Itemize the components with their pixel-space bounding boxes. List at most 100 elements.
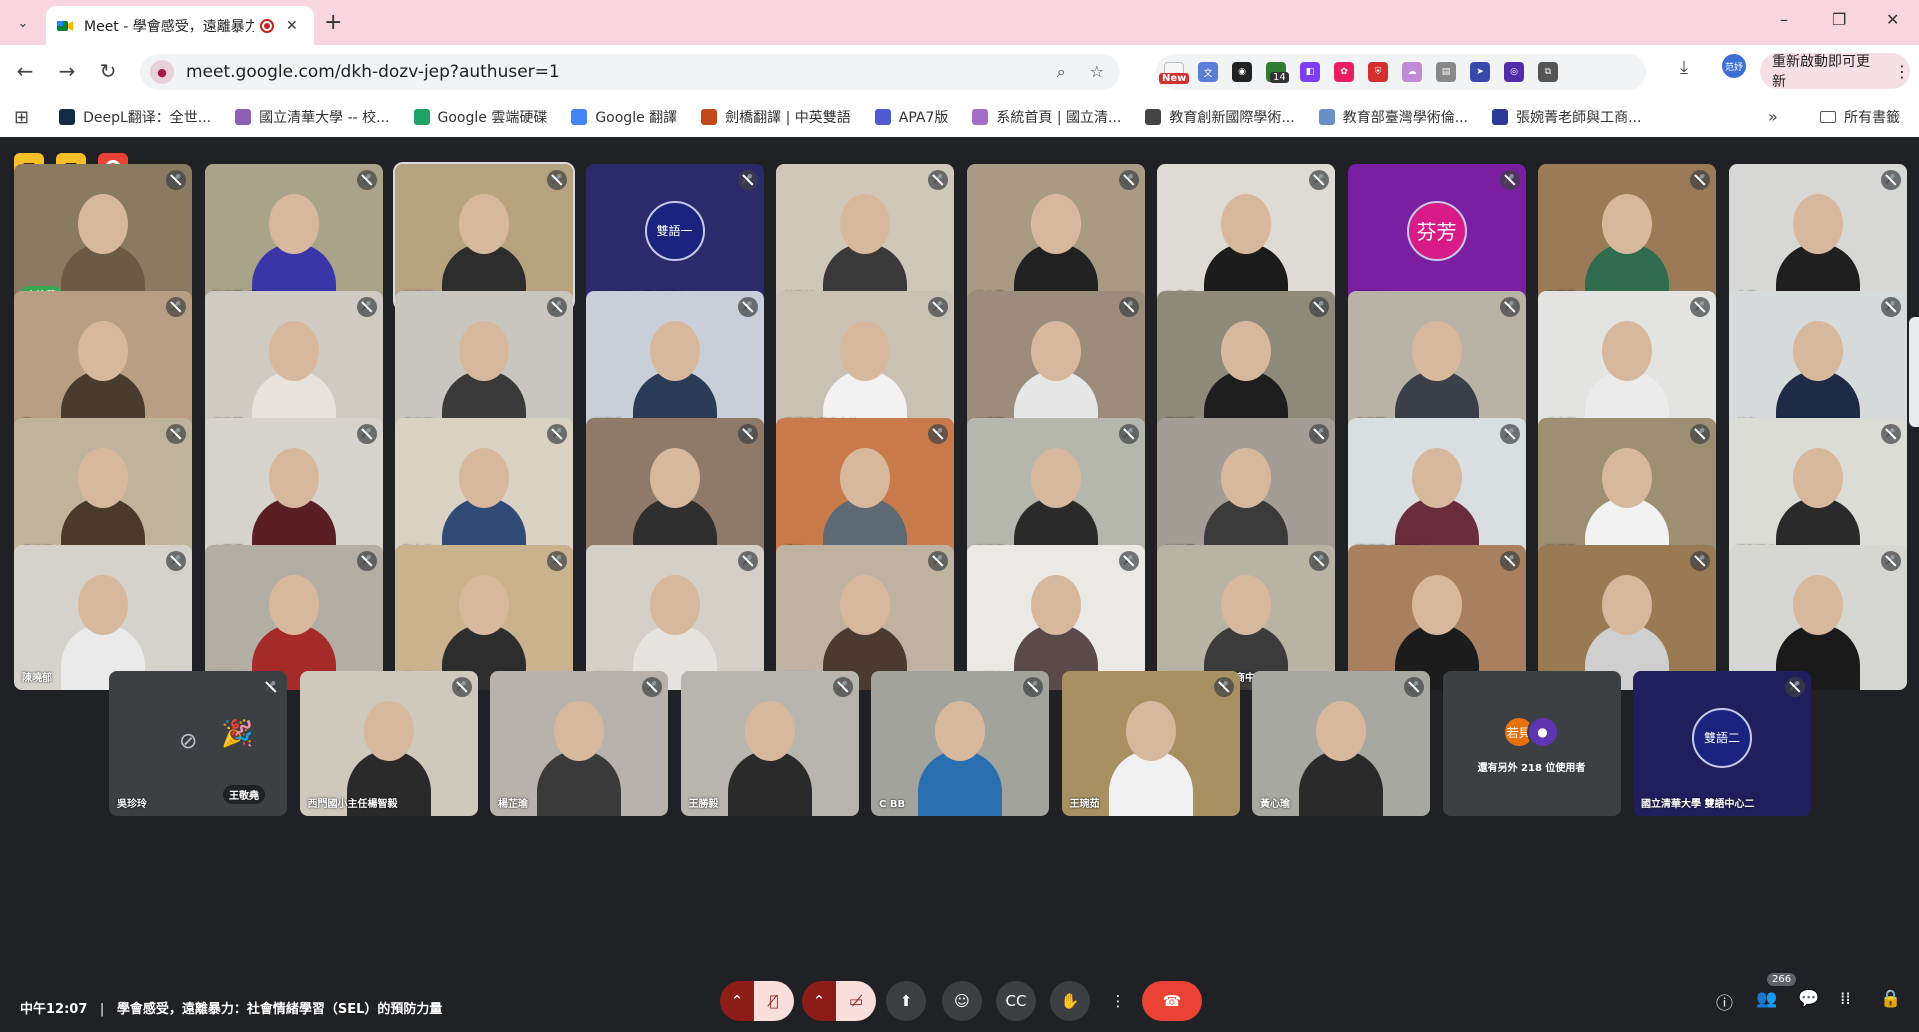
participant-tile[interactable]: 呂錦慈-臺南市站 [776, 291, 954, 436]
participant-tile[interactable]: 曾文鑑 [966, 164, 1145, 309]
camera-off-button[interactable]: ▭̸ [836, 981, 876, 1021]
relaunch-update-button[interactable]: 重新啟動即可更新 ⋮ [1760, 53, 1910, 90]
camera-options-chevron-icon[interactable]: ⌃ [802, 981, 836, 1021]
participant-tile[interactable]: 何孟庭 [1157, 164, 1335, 309]
participant-tile[interactable]: 新生醫專心理諮商中心 [1157, 545, 1335, 690]
participant-tile[interactable]: 葉玉慧 [1157, 291, 1335, 436]
participant-tile[interactable]: 雙語一國立清華大學 雙語中心一 [585, 164, 764, 309]
bookmark-item[interactable]: Google 翻譯 [571, 107, 677, 127]
participant-tile[interactable]: 芬芳蘇芬芳 [1347, 164, 1526, 309]
participant-tile[interactable]: 黃敏寬 [585, 545, 764, 690]
participant-tile[interactable]: 吳姿瑩 [204, 291, 383, 436]
url-text[interactable]: meet.google.com/dkh-dozv-jep?authuser=1 [186, 62, 560, 82]
participant-tile[interactable]: 何娟宜 [966, 545, 1145, 690]
participant-tile[interactable]: 李怡萱 [14, 164, 192, 309]
new-tab-button[interactable]: + [324, 10, 342, 35]
participant-tile[interactable]: Hsuan-Han Chang [585, 418, 764, 563]
bookmark-item[interactable]: 教育創新國際學術... [1145, 107, 1295, 127]
participant-tile[interactable]: ⊘ 🎉 王敬堯吳珍玲 [109, 671, 287, 816]
bookmark-item[interactable]: 系統首頁 | 國立清... [972, 107, 1121, 127]
bookmark-item[interactable]: 劍橋翻譯 | 中英雙語 [701, 107, 851, 127]
participant-tile[interactable]: 葉% [14, 291, 192, 436]
reader-extension-icon[interactable]: ◉ [1232, 62, 1252, 82]
browser-menu-icon[interactable]: ⋮ [1894, 62, 1910, 81]
cloud-extension-icon[interactable]: ☁ [1402, 62, 1422, 82]
tab-close-button[interactable]: ✕ [286, 18, 298, 34]
bookmarks-overflow-icon[interactable]: » [1768, 107, 1778, 126]
participant-tile[interactable]: 黃淑菁 [204, 545, 383, 690]
circle-extension-icon[interactable]: ◎ [1504, 62, 1524, 82]
participant-tile[interactable]: 楓林 [776, 418, 954, 563]
back-arrow-icon[interactable]: ← [12, 59, 38, 83]
participant-tile[interactable]: 勝利國中王俐珍 [1728, 418, 1907, 563]
pink-extension-icon[interactable]: ✿ [1334, 62, 1354, 82]
zoom-icon[interactable]: ⌕ [1057, 62, 1066, 82]
more-options-icon[interactable]: ⋮ [1104, 981, 1132, 1021]
raise-hand-button[interactable]: ✋ [1050, 981, 1090, 1021]
mic-off-button[interactable]: 🎙̸ [754, 981, 794, 1021]
profile-avatar[interactable]: 范妤 [1722, 54, 1746, 78]
participant-tile[interactable]: 吳昭儀 [966, 418, 1145, 563]
tab-search-chevron-icon[interactable]: ⌄ [10, 10, 36, 36]
maximize-button[interactable]: ❐ [1832, 10, 1846, 29]
meeting-details-icon[interactable]: ⓘ [1716, 989, 1733, 1014]
people-icon[interactable]: 👥 [1756, 989, 1777, 1009]
bookmark-item[interactable]: 國立清華大學 -- 校... [235, 107, 390, 127]
chat-icon[interactable]: 💬 [1798, 989, 1819, 1009]
participant-tile[interactable]: 陳曉郁 [14, 545, 192, 690]
translate-extension-icon[interactable]: 文 [1198, 62, 1218, 82]
participant-tile[interactable]: 康湘婉 [776, 545, 954, 690]
apps-grid-icon[interactable]: ⊞ [14, 107, 29, 128]
participant-tile[interactable]: 阮允元 [395, 418, 573, 563]
window-close-button[interactable]: ✕ [1886, 10, 1899, 29]
present-screen-button[interactable]: ⬆ [886, 981, 926, 1021]
shield-extension-icon[interactable]: ⛨ [1368, 62, 1388, 82]
participant-tile[interactable]: 文芸 [1728, 164, 1907, 309]
participant-tile[interactable]: 岳修琪 [14, 418, 192, 563]
mic-options-chevron-icon[interactable]: ⌃ [720, 981, 754, 1021]
emoji-reaction-button[interactable]: ☺ [942, 981, 982, 1021]
minimize-button[interactable]: – [1780, 10, 1788, 29]
participant-tile[interactable]: 王琬茹 [1061, 671, 1240, 816]
participant-tile[interactable]: 陳美君 [1538, 545, 1716, 690]
bookmark-item[interactable]: DeepL翻译：全世... [59, 107, 211, 127]
participant-tile[interactable]: 謝傳崇 [393, 162, 575, 311]
participant-tile[interactable]: 林進材 [776, 164, 954, 309]
participant-tile[interactable]: 黃文怡 [395, 545, 573, 690]
mic-site-icon[interactable]: ● [150, 60, 174, 84]
purple-extension-icon[interactable]: ◧ [1300, 62, 1320, 82]
screen-extension-icon[interactable]: ▤ [1436, 62, 1456, 82]
captions-button[interactable]: CC [996, 981, 1036, 1021]
counter-extension-icon[interactable]: 14 [1266, 62, 1289, 83]
participant-tile[interactable]: C BB [871, 671, 1049, 816]
bookmark-star-icon[interactable]: ☆ [1090, 62, 1104, 82]
participant-tile[interactable]: 游舒斐 [1538, 418, 1716, 563]
host-controls-icon[interactable]: 🔒 [1880, 989, 1901, 1009]
participant-tile[interactable]: 吳宜軒 [1538, 291, 1716, 436]
bookmark-item[interactable]: Google 雲端硬碟 [413, 107, 547, 127]
participant-tile[interactable]: 林季慧 [966, 291, 1145, 436]
participant-tile[interactable]: 林安 [1728, 291, 1907, 436]
all-bookmarks-button[interactable]: 所有書籤 [1820, 107, 1900, 127]
participant-tile[interactable]: 林研升 [585, 291, 764, 436]
participant-tile[interactable]: 王勝毅 [680, 671, 859, 816]
participant-tile[interactable]: 游麗蓉 [1347, 545, 1526, 690]
address-bar[interactable]: ● meet.google.com/dkh-dozv-jep?authuser=… [140, 54, 1120, 90]
download-icon[interactable]: ⤓ [1680, 57, 1688, 78]
participant-tile[interactable]: 楊芷瑜 [490, 671, 668, 816]
bookmark-item[interactable]: 教育部臺灣學術倫... [1318, 107, 1468, 127]
participant-tile[interactable]: 黃心瑜 [1252, 671, 1430, 816]
participant-tile[interactable]: 山夢嫻 [204, 418, 383, 563]
participant-tile[interactable]: 林淑霞 [1157, 418, 1335, 563]
participant-tile[interactable]: 高素琴 [1347, 291, 1526, 436]
participant-tile[interactable]: 游麗雯 [1538, 164, 1716, 309]
participant-tile[interactable]: 李宗晉 [395, 291, 573, 436]
participant-tile[interactable]: 陳雅慧_親子 [204, 164, 383, 309]
reload-icon[interactable]: ↻ [95, 59, 121, 83]
bookmark-item[interactable]: APA7版 [874, 107, 948, 127]
participant-tile[interactable]: 西門國小主任楊智毅 [299, 671, 478, 816]
participant-tile[interactable]: 張瑾明_海東國小 [1347, 418, 1526, 563]
activities-grid-icon[interactable]: ⁞⁞ [1840, 989, 1851, 1009]
puzzle-extensions-icon[interactable]: ⧉ [1538, 62, 1558, 82]
forward-arrow-icon[interactable]: → [54, 59, 80, 83]
